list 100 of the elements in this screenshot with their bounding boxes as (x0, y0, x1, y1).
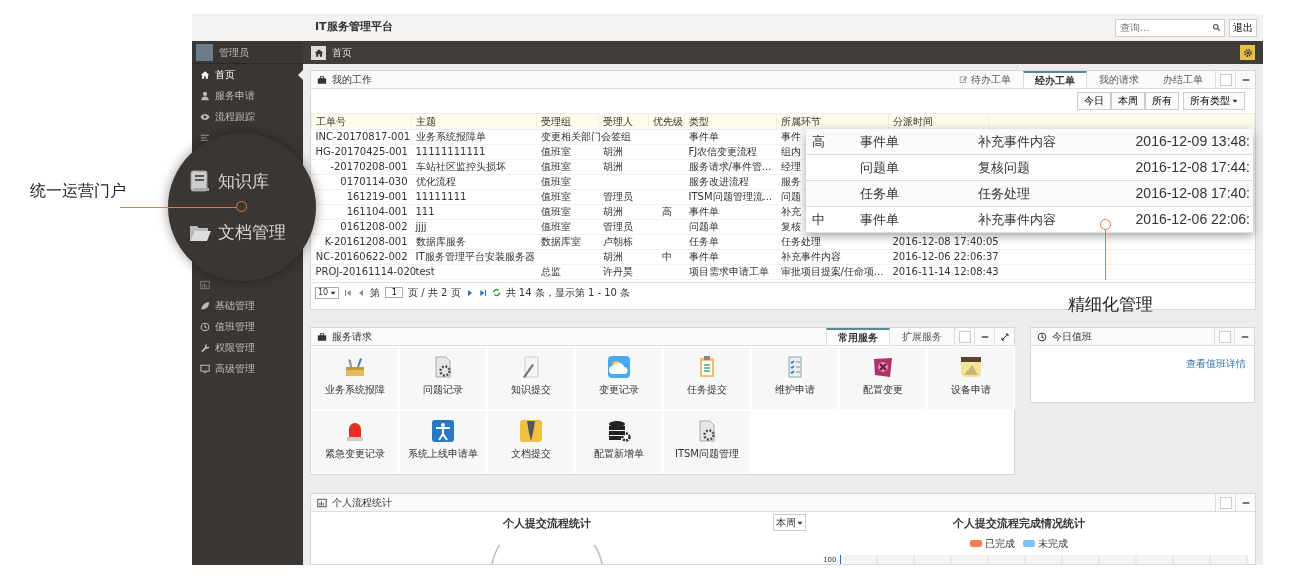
sidebar-item[interactable]: 值班管理 (192, 316, 303, 337)
pen-nib-icon (519, 419, 543, 443)
table-cell: 胡洲 (602, 206, 623, 217)
search-field[interactable]: 查询... (1115, 18, 1225, 37)
panel-tab[interactable]: 我的请求 (1087, 71, 1151, 88)
page-size-select[interactable]: 10 (315, 286, 340, 299)
table-cell: -20170208-001 (330, 161, 408, 172)
column-header: 主题 (411, 113, 537, 130)
previous-page-icon[interactable] (357, 288, 366, 297)
chart-title: 个人提交流程完成情况统计 (953, 516, 1085, 532)
sidebar-item[interactable]: 高级管理 (192, 358, 303, 379)
caret-icon (330, 289, 337, 296)
panel-toggle[interactable] (1218, 330, 1231, 343)
service-tile[interactable]: 业务系统报障 (311, 346, 399, 410)
service-tile[interactable]: 设备申请 (927, 346, 1015, 410)
list-icon[interactable] (200, 132, 210, 143)
column-header: 受理组 (536, 113, 599, 130)
magnified-cell: 事件单 (860, 211, 899, 227)
table-cell: 事件 (780, 131, 801, 142)
breadcrumb-link[interactable]: 首页 (332, 45, 352, 60)
column-header: 类型 (684, 113, 777, 130)
refresh-icon[interactable] (491, 288, 501, 297)
table-cell: NC-20160622-002 (315, 251, 408, 262)
panel-title: 服务请求 (332, 330, 372, 344)
table-cell: ITSM问题管理流... (688, 191, 773, 202)
sidebar-item[interactable]: 服务申请 (192, 85, 303, 106)
avatar-placeholder (196, 43, 213, 61)
filter-button[interactable]: 所有 (1145, 92, 1179, 110)
panel-tab[interactable]: 经办工单 (1023, 71, 1087, 88)
page-count: 页 / 共 2 页 (408, 286, 461, 300)
service-tile[interactable]: 任务提交 (663, 346, 751, 410)
panel-tab[interactable]: 待办工单 (947, 71, 1023, 88)
magnified-cell: 2016-12-06 22:06: (1135, 211, 1250, 227)
logout-button[interactable]: 退出 (1229, 18, 1257, 37)
magnified-menu-label: 文档管理 (218, 221, 286, 244)
service-tile[interactable]: 紧急变更记录 (311, 410, 399, 474)
app-title: IT服务管理平台 (315, 19, 393, 36)
service-tile[interactable]: 知识提交 (487, 346, 575, 410)
table-cell: 服务请求/事件管... (688, 161, 772, 172)
magnified-cell: 高 (812, 133, 825, 149)
page-input[interactable]: 1 (385, 287, 404, 298)
table-cell: 许丹昊 (602, 266, 633, 277)
table-cell: 值班室 (540, 191, 571, 202)
bar-chart-icon (317, 497, 327, 508)
sidebar-item[interactable]: 流程跟踪 (192, 106, 303, 127)
person-icon (431, 419, 455, 443)
sidebar-item[interactable]: 基础管理 (192, 295, 303, 316)
eye-icon (200, 111, 210, 122)
service-tile[interactable]: 配置新增单 (575, 410, 663, 474)
type-dropdown[interactable]: 所有类型 (1183, 92, 1245, 110)
table-cell: 审批项目提案/任命项... (780, 266, 884, 277)
home-button[interactable] (311, 45, 326, 60)
table-cell: 161219-001 (346, 191, 408, 202)
service-tile[interactable]: 系统上线申请单 (399, 410, 487, 474)
service-tile[interactable]: 变更记录 (575, 346, 663, 410)
panel-toggle[interactable] (1219, 496, 1232, 509)
panel-tab[interactable]: 扩展服务 (890, 328, 954, 345)
table-cell: 0170114-030 (340, 176, 408, 187)
expand-icon[interactable] (1000, 332, 1009, 341)
database-icon (607, 419, 631, 443)
filter-button[interactable]: 今日 (1077, 92, 1111, 110)
service-tile[interactable]: ITSM问题管理 (663, 410, 751, 474)
service-tile[interactable]: 问题记录 (399, 346, 487, 410)
duty-details-link[interactable]: 查看值班详情 (1186, 356, 1246, 371)
table-cell: 总监 (540, 266, 561, 277)
table-cell: 问题单 (688, 221, 719, 232)
period-dropdown[interactable]: 本周 (773, 514, 806, 531)
panel-toggle[interactable] (958, 330, 971, 343)
panel-tab[interactable]: 常用服务 (826, 328, 890, 345)
leader-line (1105, 230, 1106, 280)
table-cell: 管理员 (602, 221, 633, 232)
table-cell: 业务系统报障单 (415, 131, 486, 142)
table-cell: 中 (661, 251, 672, 262)
table-cell: 11111111111 (415, 146, 486, 157)
table-cell: FJ农信变更流程 (688, 146, 758, 157)
table-cell: 数据库室 (540, 236, 581, 247)
service-tile[interactable]: 维护申请 (751, 346, 839, 410)
sidebar-item[interactable]: 权限管理 (192, 337, 303, 358)
next-page-icon[interactable] (465, 288, 474, 297)
service-tile[interactable]: 文档提交 (487, 410, 575, 474)
filter-button[interactable]: 本周 (1111, 92, 1145, 110)
panel-toggle[interactable] (1219, 73, 1232, 86)
user-icon (200, 90, 210, 101)
table-cell: 服务 (780, 176, 801, 187)
column-header: 工单号 (311, 113, 412, 130)
settings-button[interactable] (1240, 45, 1255, 60)
bar-chart-icon[interactable] (200, 279, 210, 290)
last-page-icon[interactable] (478, 288, 487, 297)
table-cell: 值班室 (540, 221, 571, 232)
service-tile[interactable]: 配置变更 (839, 346, 927, 410)
legend-label: 已完成 (985, 536, 1015, 551)
clock-icon (200, 321, 210, 332)
first-page-icon[interactable] (344, 288, 353, 297)
briefcase-icon (317, 74, 327, 85)
panel-tab[interactable]: 办结工单 (1151, 71, 1215, 88)
table-cell: 值班室 (540, 206, 571, 217)
sidebar-item[interactable]: 首页 (192, 64, 303, 85)
table-cell: 任务处理 (780, 236, 821, 247)
column-header: 受理人 (598, 113, 649, 130)
settings-icon (1242, 47, 1253, 58)
